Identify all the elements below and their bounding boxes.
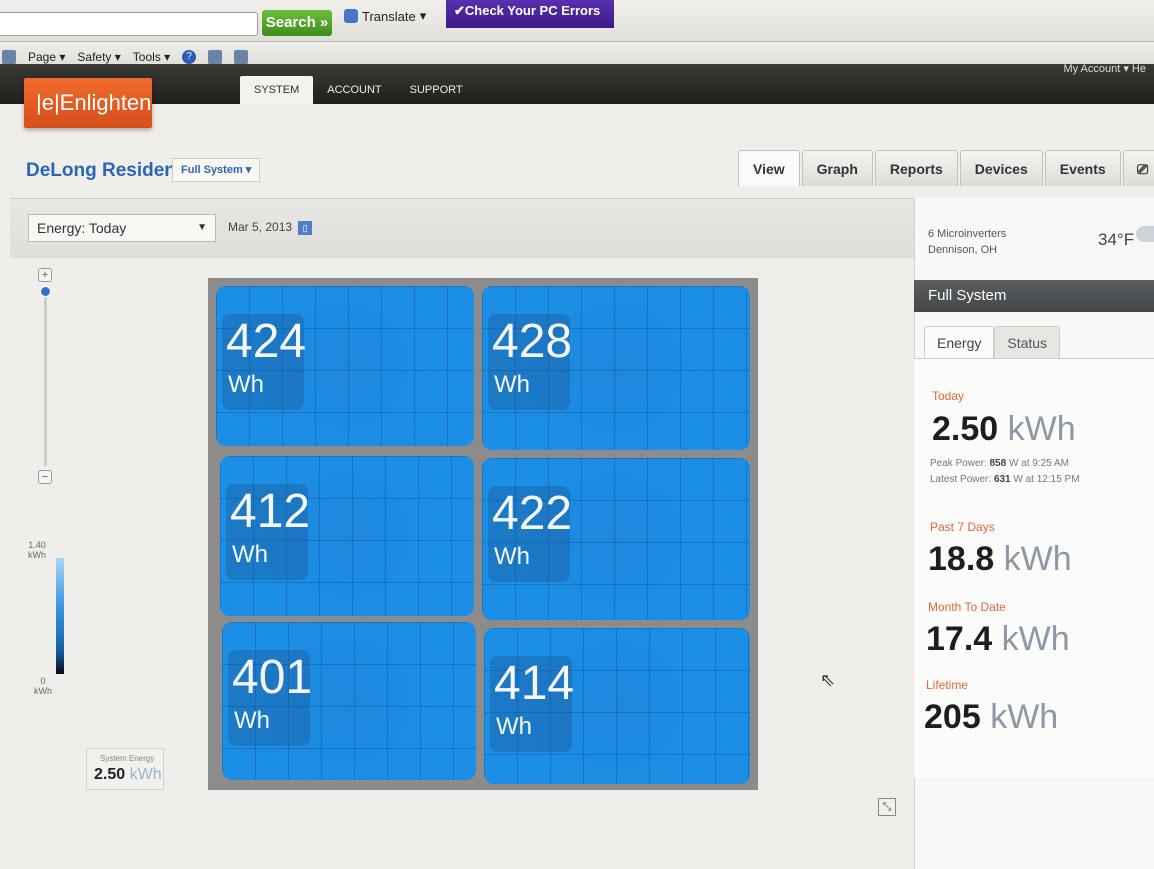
tab-status[interactable]: Status xyxy=(994,326,1061,358)
zoom-out-button[interactable]: − xyxy=(38,470,52,484)
solar-panel[interactable]: 428 Wh xyxy=(482,286,750,450)
tab-view[interactable]: View xyxy=(738,150,800,186)
solar-panel[interactable]: 401 Wh xyxy=(222,622,476,780)
browser-search-button[interactable]: Search » xyxy=(262,10,332,36)
solar-panel[interactable]: 422 Wh xyxy=(482,458,750,620)
zoom-in-button[interactable]: + xyxy=(38,268,52,282)
mouse-cursor-icon: ⇖ xyxy=(820,670,836,690)
cloud-icon xyxy=(1136,226,1154,242)
legend-min: 0 kWh xyxy=(34,676,52,696)
system-energy-label: System Energy xyxy=(100,754,155,763)
zoom-slider-track[interactable] xyxy=(44,286,47,466)
panel-energy-unit: Wh xyxy=(232,541,268,568)
check-pc-errors-button[interactable]: ✔Check Your PC Errors xyxy=(446,0,614,28)
translate-button[interactable]: Translate ▾ xyxy=(344,8,426,24)
solar-panel[interactable]: 424 Wh xyxy=(216,286,474,446)
panel-energy-value: 422 xyxy=(492,487,573,540)
tab-energy[interactable]: Energy xyxy=(924,326,995,358)
month-value: 17.4 kWh xyxy=(926,620,1070,658)
chevron-down-icon: ▼ xyxy=(197,222,207,233)
tab-events[interactable]: Events xyxy=(1044,150,1121,186)
lifetime-label: Lifetime xyxy=(926,678,969,692)
zoom-slider-handle[interactable] xyxy=(40,286,51,297)
energy-period-select[interactable]: Energy: Today ▼ xyxy=(28,214,216,242)
expand-icon[interactable]: ⤡ xyxy=(878,798,896,816)
solar-panel[interactable]: 412 Wh xyxy=(220,456,474,616)
calendar-icon[interactable]: ▯ xyxy=(298,220,313,235)
panel-energy-unit: Wh xyxy=(496,713,532,740)
solar-panel[interactable]: 414 Wh xyxy=(484,628,750,784)
energy-select-value: Energy: Today xyxy=(37,220,127,236)
system-energy-value: 2.50 kWh xyxy=(94,766,162,783)
sidebar-section-title: Full System xyxy=(914,280,1154,312)
panel-energy-value: 412 xyxy=(230,485,311,538)
my-account-menu[interactable]: My Account ▾ He xyxy=(1063,62,1146,75)
enlighten-logo[interactable]: |e|Enlighten xyxy=(24,78,152,128)
panel-energy-unit: Wh xyxy=(494,371,530,398)
today-label: Today xyxy=(932,389,965,403)
browser-search-input[interactable] xyxy=(0,12,258,36)
past7-value: 18.8 kWh xyxy=(928,540,1072,578)
system-info: 6 Microinverters Dennison, OH xyxy=(928,226,1006,258)
tab-devices[interactable]: Devices xyxy=(959,150,1043,186)
energy-legend-bar xyxy=(56,558,64,674)
check-label: ✔Check Your PC Errors xyxy=(454,3,601,18)
panel-energy-value: 401 xyxy=(232,651,313,704)
month-label: Month To Date xyxy=(928,600,1006,614)
tab-reports[interactable]: Reports xyxy=(874,150,958,186)
translate-label: Translate xyxy=(362,8,416,24)
view-tabs: View Graph Reports Devices Events ⎚ ⚙ xyxy=(738,150,1154,186)
enlighten-page: Search » Translate ▾ ✔Check Your PC Error… xyxy=(0,0,1154,869)
messenger-icon[interactable] xyxy=(234,50,249,64)
lifetime-value: 205 kWh xyxy=(924,698,1059,736)
panel-energy-value: 424 xyxy=(226,315,307,368)
panel-energy-unit: Wh xyxy=(228,371,264,398)
research-icon[interactable] xyxy=(208,50,223,64)
panel-energy-unit: Wh xyxy=(494,543,530,570)
tab-system[interactable]: SYSTEM xyxy=(240,76,314,104)
print-icon[interactable] xyxy=(2,50,16,64)
sidebar-tabs: Energy Status xyxy=(924,326,1061,358)
today-value: 2.50 kWh xyxy=(932,410,1076,448)
safety-menu[interactable]: Safety ▾ xyxy=(77,50,120,64)
panel-energy-value: 428 xyxy=(492,315,573,368)
power-details: Peak Power: 858 W at 9:25 AM Latest Powe… xyxy=(930,458,1080,485)
translate-icon xyxy=(344,9,358,23)
temperature: 34°F xyxy=(1098,230,1135,249)
tab-support[interactable]: SUPPORT xyxy=(396,76,477,104)
tools-menu[interactable]: Tools ▾ xyxy=(133,50,170,64)
date-value: Mar 5, 2013 xyxy=(228,220,293,234)
system-location: Dennison, OH xyxy=(928,244,998,256)
search-button-label: Search xyxy=(265,14,316,31)
panel-energy-unit: Wh xyxy=(234,707,270,734)
system-select[interactable]: Full System ▾ xyxy=(172,158,261,182)
legend-max: 1.40 kWh xyxy=(28,540,46,560)
top-nav: SYSTEM ACCOUNT SUPPORT xyxy=(240,76,477,104)
panel-energy-value: 414 xyxy=(494,657,575,710)
tab-graph[interactable]: Graph xyxy=(801,150,873,186)
tab-account[interactable]: ACCOUNT xyxy=(313,76,395,104)
panel-array: 424 Wh 428 Wh 412 Wh 422 Wh 401 Wh 414 W… xyxy=(208,278,758,790)
tab-display-icon[interactable]: ⎚ xyxy=(1122,150,1154,186)
page-menu[interactable]: Page ▾ xyxy=(28,50,65,64)
past7-label: Past 7 Days xyxy=(930,520,995,534)
date-picker[interactable]: Mar 5, 2013 ▯ xyxy=(228,220,313,235)
microinverter-count: 6 Microinverters xyxy=(928,228,1007,240)
site-header xyxy=(0,64,1154,104)
help-icon[interactable]: ? xyxy=(182,50,197,64)
